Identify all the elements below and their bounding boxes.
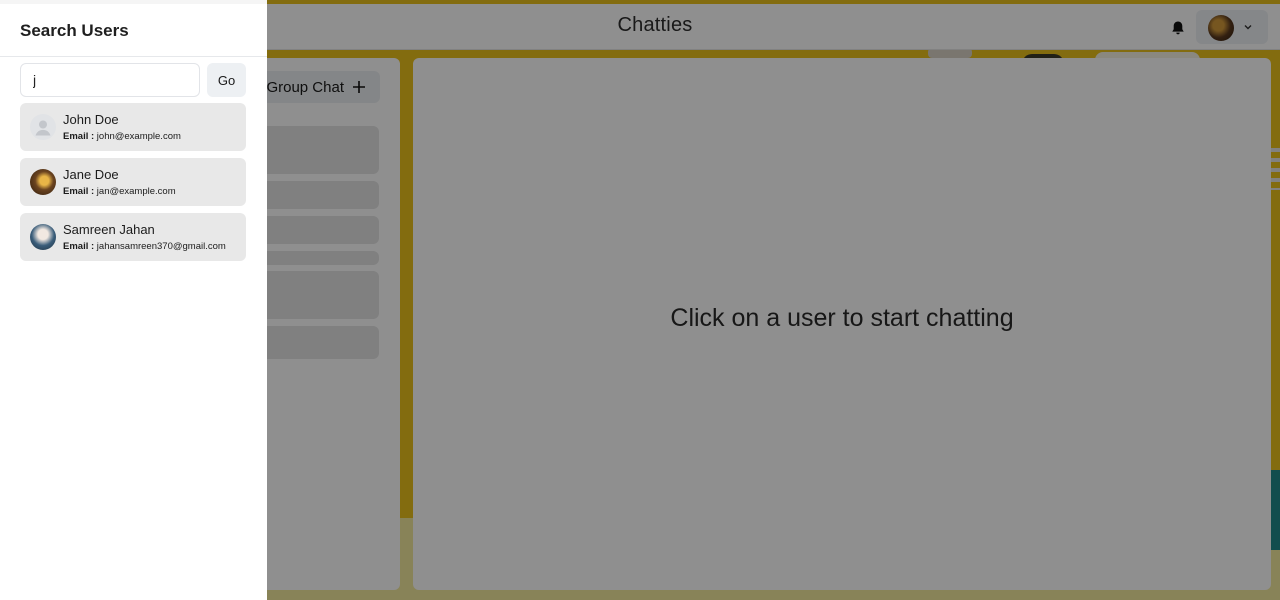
user-name: Samreen Jahan — [63, 222, 155, 237]
user-name: Jane Doe — [63, 167, 119, 182]
drawer-border — [0, 0, 267, 4]
user-list-item[interactable]: Jane Doe Email : jan@example.com — [20, 158, 246, 206]
email-value: jan@example.com — [96, 186, 176, 197]
user-name: John Doe — [63, 112, 119, 127]
user-email: Email : john@example.com — [63, 131, 181, 142]
user-placeholder-icon — [35, 120, 51, 136]
user-list-item[interactable]: John Doe Email : john@example.com — [20, 103, 246, 151]
email-value: jahansamreen370@gmail.com — [96, 241, 226, 252]
user-list-item[interactable]: Samreen Jahan Email : jahansamreen370@gm… — [20, 213, 246, 261]
go-button[interactable]: Go — [207, 63, 246, 97]
search-input[interactable] — [20, 63, 200, 97]
user-email: Email : jan@example.com — [63, 186, 176, 197]
divider — [0, 56, 267, 57]
search-users-drawer: Search Users Go John Doe Email : john@ex… — [0, 0, 267, 600]
avatar — [30, 169, 56, 195]
user-email: Email : jahansamreen370@gmail.com — [63, 241, 226, 252]
avatar — [30, 114, 56, 140]
email-label: Email : — [63, 186, 95, 197]
email-value: john@example.com — [96, 131, 181, 142]
avatar — [30, 224, 56, 250]
drawer-title: Search Users — [20, 21, 129, 40]
email-label: Email : — [63, 241, 95, 252]
email-label: Email : — [63, 131, 95, 142]
